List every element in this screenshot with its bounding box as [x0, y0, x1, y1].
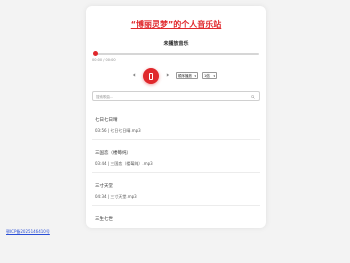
- next-icon: [166, 73, 170, 77]
- play-button[interactable]: [143, 68, 159, 84]
- prev-button[interactable]: [130, 72, 138, 80]
- prev-icon: [132, 73, 136, 77]
- player-controls: 顺序播放 ▾ 1倍 ▾: [86, 68, 266, 84]
- song-title: 三寸天堂: [95, 184, 113, 189]
- list-item[interactable]: 三国恋（楼莓纯） 03:44 | 三国恋（楼莓纯）.mp3: [92, 140, 260, 173]
- song-title: 七日七日晴: [95, 118, 118, 123]
- search-placeholder: 搜索歌曲...: [96, 95, 114, 99]
- time-display: 00:00 / 00:00: [92, 58, 116, 62]
- list-item[interactable]: 三生七世: [92, 206, 260, 228]
- speed-select[interactable]: 1倍 ▾: [202, 72, 217, 79]
- search-icon: [251, 95, 255, 99]
- list-item[interactable]: 七日七日晴 03:56 | 七日七日晴.mp3: [92, 107, 260, 140]
- now-playing-label: 未播放音乐: [163, 41, 189, 47]
- song-meta: 03:44 | 三国恋（楼莓纯）.mp3: [95, 161, 153, 166]
- next-button[interactable]: [164, 72, 172, 80]
- progress-knob[interactable]: [92, 51, 98, 56]
- song-list: 七日七日晴 03:56 | 七日七日晴.mp3 三国恋（楼莓纯） 03:44 |…: [92, 107, 260, 228]
- play-mode-value: 顺序播放: [178, 74, 192, 78]
- progress-bar[interactable]: [92, 51, 259, 56]
- play-icon: [149, 72, 153, 80]
- site-title[interactable]: “博丽灵梦”的个人音乐站: [86, 19, 266, 30]
- speed-value: 1倍: [204, 74, 210, 78]
- player-card: “博丽灵梦”的个人音乐站 未播放音乐 00:00 / 00:00 顺序播放 ▾ …: [86, 6, 266, 228]
- song-title: 三生七世: [95, 217, 113, 222]
- chevron-down-icon: ▾: [213, 74, 215, 78]
- song-meta: 03:56 | 七日七日晴.mp3: [95, 128, 141, 133]
- song-title: 三国恋（楼莓纯）: [95, 151, 131, 156]
- search-input[interactable]: 搜索歌曲...: [92, 91, 260, 101]
- play-mode-select[interactable]: 顺序播放 ▾: [176, 72, 198, 79]
- list-item[interactable]: 三寸天堂 04:34 | 三寸天堂.mp3: [92, 173, 260, 206]
- chevron-down-icon: ▾: [194, 74, 196, 78]
- song-meta: 04:34 | 三寸天堂.mp3: [95, 194, 137, 199]
- icp-link[interactable]: 鄂ICP备2025146410号: [6, 229, 50, 235]
